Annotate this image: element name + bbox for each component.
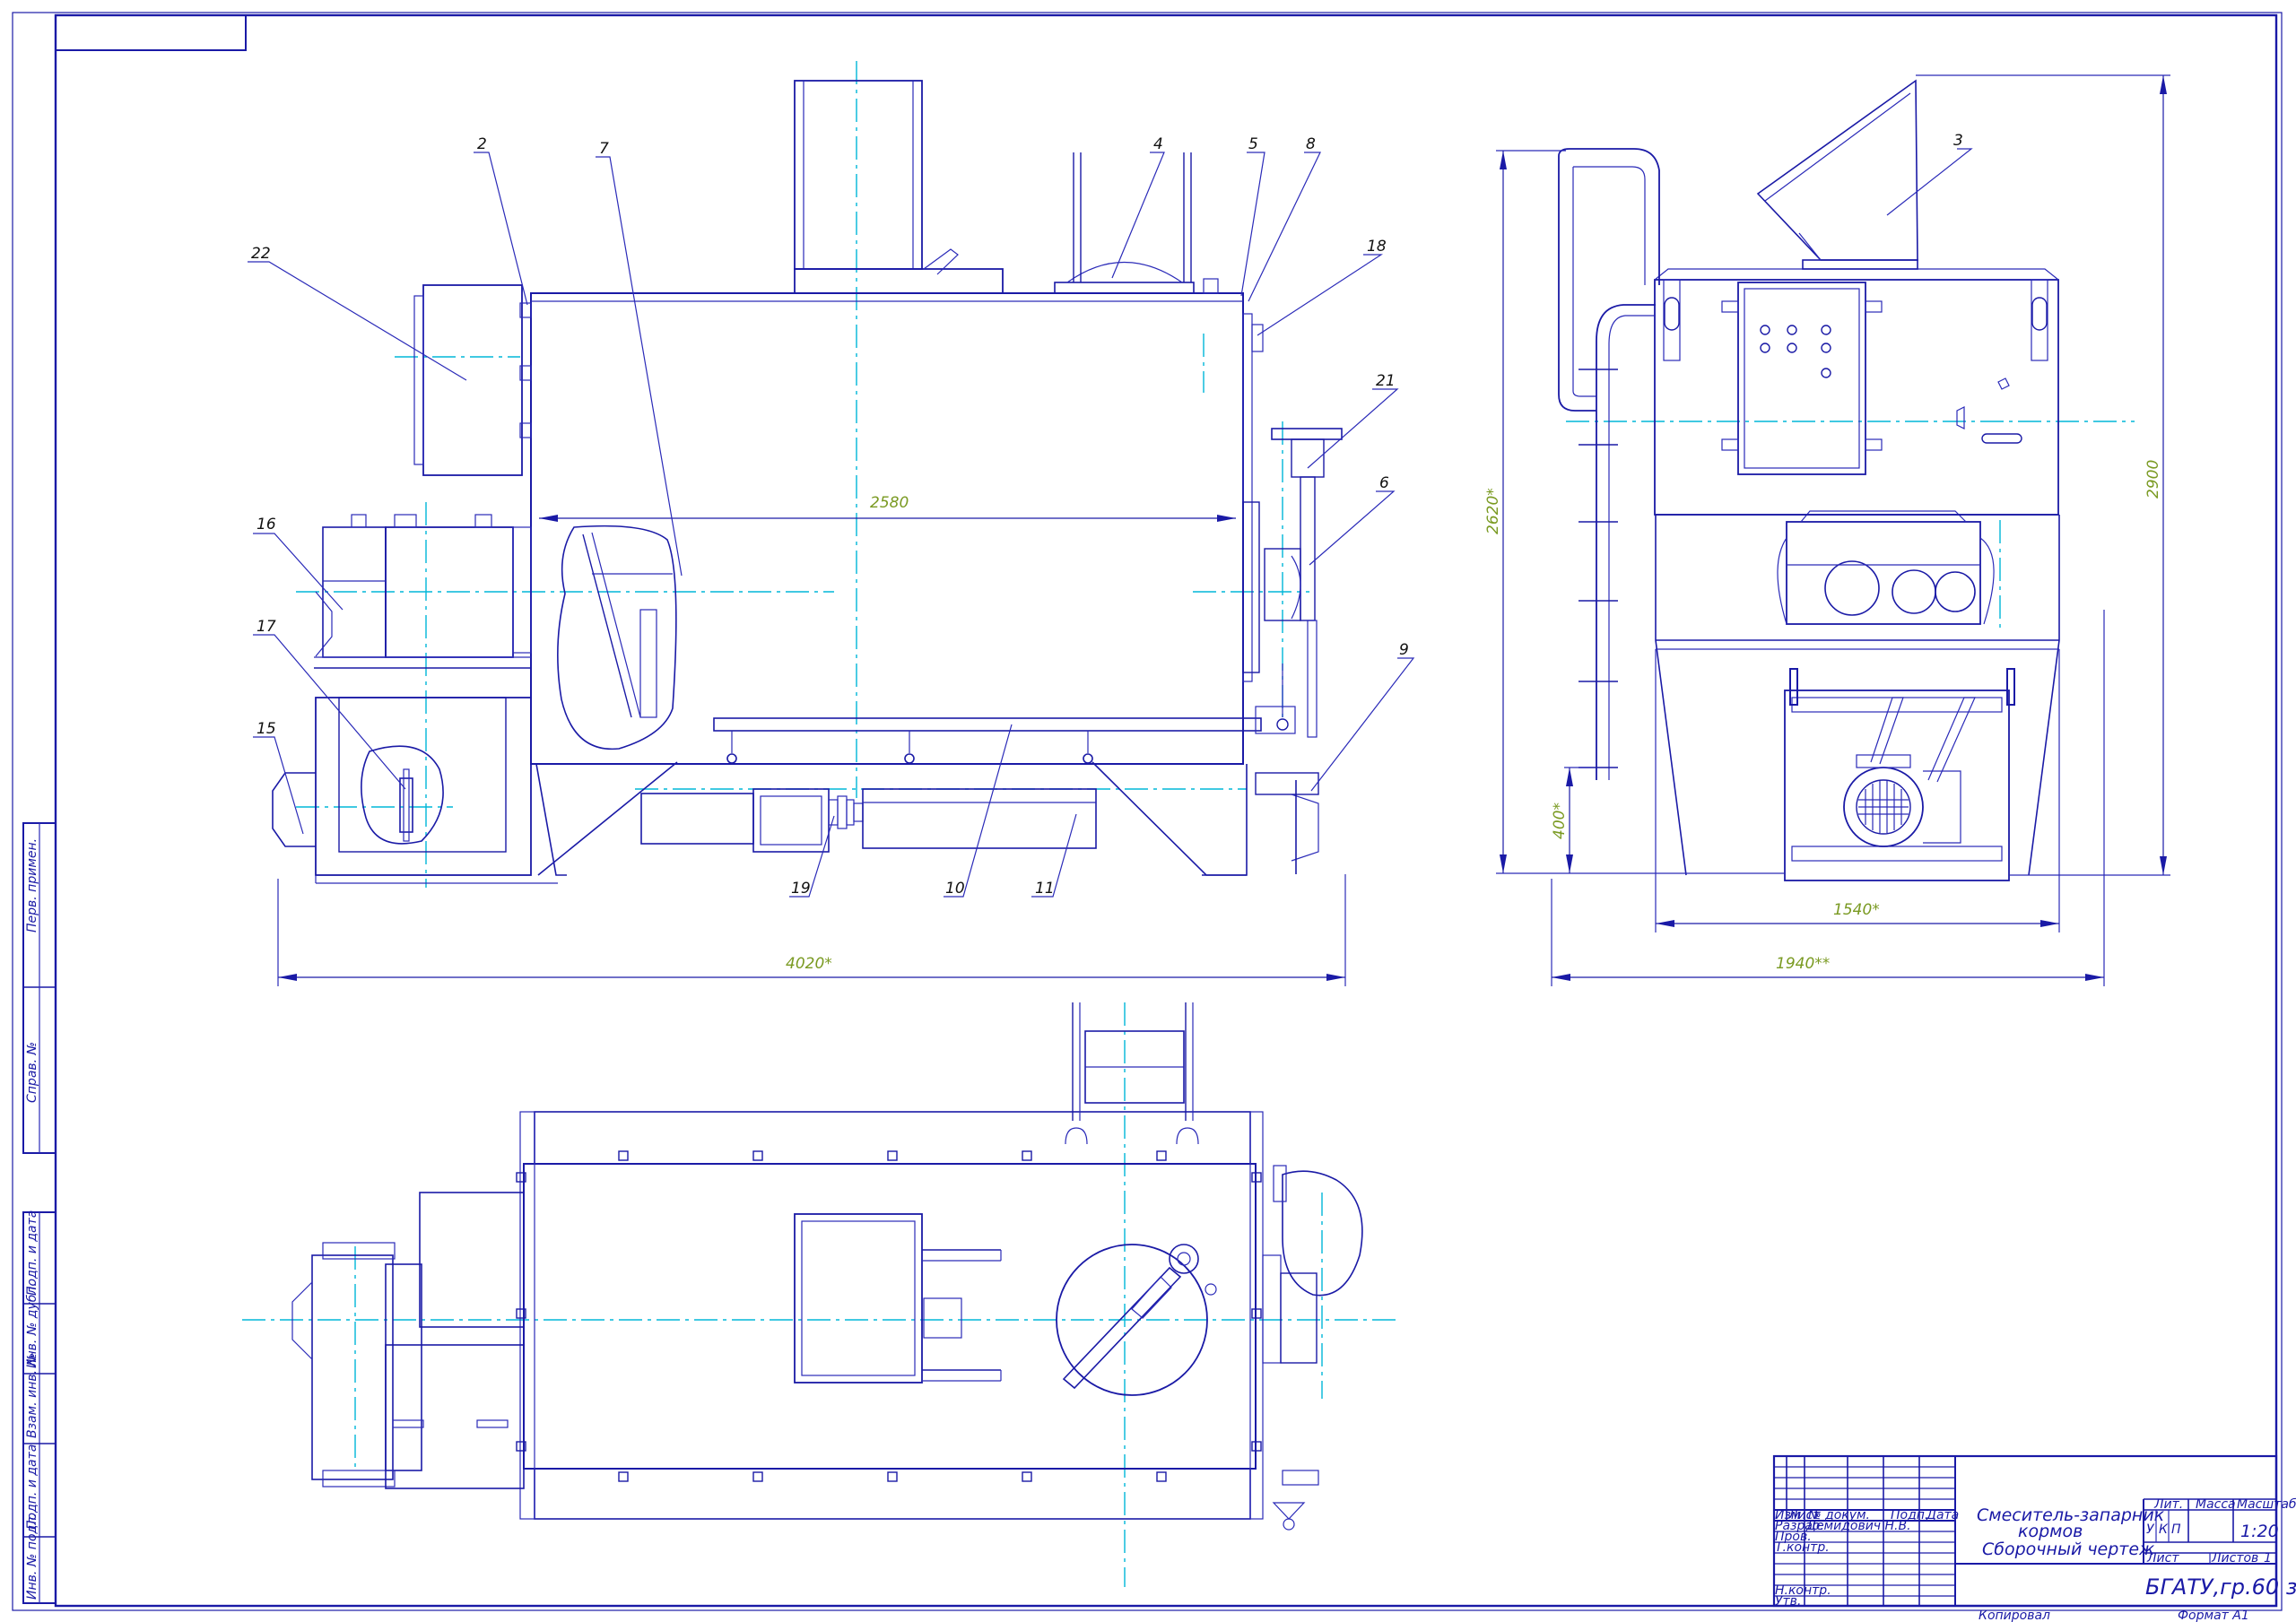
- callout-18: 18: [1367, 238, 1387, 256]
- sheet-frame: [12, 12, 2283, 1611]
- dim-height-total: 2900: [2144, 460, 2162, 499]
- stamp-label-first-use: Перв. примен.: [25, 838, 39, 932]
- stamp-label-ref-no: Справ. №: [25, 1042, 39, 1103]
- dim-length-inner: 2580: [870, 494, 909, 512]
- dim-height-low: 400*: [1551, 802, 1569, 839]
- side-view: 2620* 400* 2900 1540* 1940** 3: [1484, 74, 2170, 986]
- assembly-drawing-sheet: Перв. примен. Справ. № Подп. и дата Инв.…: [12, 12, 2296, 1622]
- tb-lit-k: К: [2159, 1522, 2169, 1537]
- tb-role-approve: Утв.: [1775, 1594, 1801, 1609]
- tb-format: Формат А1: [2178, 1609, 2249, 1622]
- dim-height-side: 2620*: [1484, 488, 1502, 534]
- tb-title-line3: Сборочный чертеж: [1982, 1540, 2154, 1559]
- callout-17: 17: [257, 618, 276, 636]
- left-stamp-strip: Перв. примен. Справ. № Подп. и дата Инв.…: [22, 822, 57, 1604]
- callout-6: 6: [1379, 474, 1389, 492]
- dim-width-total: 1940**: [1776, 955, 1830, 973]
- tb-lit-u: У: [2146, 1522, 2155, 1537]
- callout-3: 3: [1953, 132, 1963, 150]
- dim-length-total: 4020*: [786, 955, 832, 973]
- callout-16: 16: [257, 516, 276, 533]
- stamp-label-orig-inv: Инв. № подл.: [25, 1513, 39, 1600]
- callout-2: 2: [477, 135, 487, 153]
- tb-lit-p: П: [2171, 1522, 2181, 1537]
- tb-developer-name: Демидович Н.В.: [1805, 1519, 1911, 1533]
- front-view: 2580 4020* 2 7 4 5 8 18 22 21 6 16 17 15…: [248, 61, 1415, 986]
- tb-role-tcontrol: Т.контр.: [1775, 1540, 1830, 1555]
- top-view: [242, 1002, 1399, 1587]
- callout-10: 10: [945, 880, 965, 898]
- tb-sheets-count: 1: [2264, 1551, 2272, 1566]
- tb-copied: Копировал: [1979, 1609, 2050, 1622]
- callout-5: 5: [1248, 135, 1258, 153]
- title-block: Изм Лист № докум. Подп. Дата Разраб. Дем…: [1772, 1454, 2296, 1622]
- tb-sheets-label: Листов: [2211, 1551, 2258, 1566]
- dim-width-frame: 1540*: [1833, 901, 1880, 919]
- callout-15: 15: [257, 720, 276, 738]
- tb-header-date: Дата: [1926, 1508, 1959, 1522]
- tb-sheet-label: Лист: [2146, 1551, 2179, 1566]
- callout-4: 4: [1153, 135, 1163, 153]
- callout-7: 7: [599, 140, 609, 158]
- callout-21: 21: [1376, 372, 1396, 390]
- tb-scale-value: 1:20: [2240, 1522, 2279, 1541]
- callout-19: 19: [791, 880, 811, 898]
- callout-11: 11: [1035, 880, 1055, 898]
- callout-22: 22: [251, 245, 271, 263]
- tb-mass-label: Масса: [2196, 1497, 2236, 1512]
- tb-scale-label: Масштаб: [2237, 1497, 2296, 1512]
- stamp-label-repl-inv: Взам. инв. №: [25, 1353, 39, 1438]
- callout-9: 9: [1399, 641, 1409, 659]
- tb-lit-label: Лит.: [2153, 1497, 2183, 1512]
- tb-organization: БГАТУ,гр.60 зм: [2145, 1574, 2296, 1600]
- tb-title-line2: кормов: [2018, 1522, 2083, 1541]
- callout-8: 8: [1306, 135, 1316, 153]
